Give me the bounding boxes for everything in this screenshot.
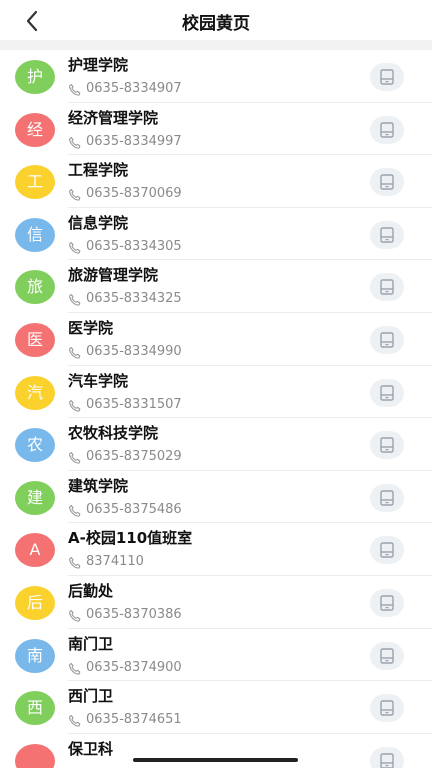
list-item[interactable]: 护护理学院 0635-8334907	[0, 50, 432, 103]
phone-icon	[68, 240, 82, 254]
call-button[interactable]	[370, 273, 404, 302]
avatar: 护	[15, 60, 55, 94]
avatar: 农	[15, 428, 55, 463]
avatar: 后	[15, 585, 55, 620]
contact-name: 农牧科技学院	[68, 424, 159, 443]
phone-number: 0635-8334325	[86, 291, 182, 307]
list-item[interactable]: 医医学院 0635-8334990	[0, 313, 432, 366]
call-button[interactable]	[370, 168, 404, 197]
phone-icon	[68, 135, 82, 149]
call-button[interactable]	[370, 536, 404, 565]
contact-name: 西门卫	[68, 687, 114, 706]
contact-name: A-校园110值班室	[68, 529, 193, 548]
call-button[interactable]	[370, 115, 404, 144]
contact-name: 建筑学院	[68, 476, 129, 495]
phone-number: 0635-8370069	[86, 186, 182, 202]
phone-number: 0635-8334997	[86, 133, 182, 149]
contact-name: 经济管理学院	[68, 108, 159, 127]
avatar: 信	[15, 217, 55, 252]
call-button[interactable]	[370, 63, 404, 91]
call-button[interactable]	[370, 431, 404, 460]
contact-list[interactable]: 护护理学院 0635-8334907 经经济管理学院 0635-8334997 工工程学…	[0, 50, 432, 768]
list-item[interactable]: 保卫科	[0, 734, 432, 768]
list-item[interactable]: 西西门卫 0635-8374651	[0, 681, 432, 734]
avatar: 西	[15, 691, 55, 726]
avatar: 工	[15, 165, 55, 200]
avatar	[15, 743, 55, 768]
phone-icon	[68, 503, 82, 517]
list-item[interactable]: A A-校园110值班室 8374110	[0, 523, 432, 576]
phone-icon	[68, 345, 82, 359]
call-button[interactable]	[370, 483, 404, 512]
phone-icon	[68, 398, 82, 412]
phone-icon	[68, 82, 82, 96]
contact-name: 护理学院	[68, 56, 129, 74]
app-header: 校园黄页	[0, 0, 432, 40]
phone-icon	[68, 608, 82, 622]
contact-name: 旅游管理学院	[68, 266, 159, 285]
call-button[interactable]	[370, 378, 404, 407]
contact-name: 医学院	[68, 318, 114, 337]
phone-number: 0635-8374900	[86, 659, 182, 675]
phone-number: 0635-8331507	[86, 396, 182, 412]
phone-icon	[68, 661, 82, 675]
contact-name: 工程学院	[68, 161, 129, 180]
phone-icon	[68, 292, 82, 306]
contact-name: 汽车学院	[68, 371, 129, 390]
phone-number: 0635-8334907	[86, 81, 182, 96]
avatar: 旅	[15, 270, 55, 305]
contact-name: 保卫科	[68, 739, 114, 758]
phone-icon	[68, 713, 82, 727]
call-button[interactable]	[370, 220, 404, 249]
phone-number: 0635-8334990	[86, 343, 182, 359]
list-item[interactable]: 工工程学院 0635-8370069	[0, 155, 432, 208]
list-item[interactable]: 农农牧科技学院 0635-8375029	[0, 418, 432, 471]
list-item[interactable]: 后后勤处 0635-8370386	[0, 576, 432, 629]
avatar: 汽	[15, 375, 55, 410]
phone-number: 0635-8370386	[86, 606, 182, 622]
phone-number: 0635-8374651	[86, 712, 182, 728]
phone-number: 0635-8375486	[86, 501, 182, 517]
call-button[interactable]	[370, 325, 404, 354]
phone-number: 0635-8375029	[86, 449, 182, 465]
header-divider	[0, 40, 432, 50]
call-button[interactable]	[370, 588, 404, 617]
list-item[interactable]: 经经济管理学院 0635-8334997	[0, 103, 432, 156]
phone-number: 8374110	[86, 554, 144, 570]
avatar: A	[15, 533, 55, 568]
phone-icon	[68, 555, 82, 569]
phone-icon	[68, 187, 82, 201]
list-item[interactable]: 信信息学院 0635-8334305	[0, 208, 432, 261]
avatar: 医	[15, 322, 55, 357]
list-item[interactable]: 南南门卫 0635-8374900	[0, 629, 432, 682]
page-title: 校园黄页	[182, 14, 250, 34]
contact-name: 后勤处	[68, 581, 114, 600]
list-item[interactable]: 建建筑学院 0635-8375486	[0, 471, 432, 524]
phone-icon	[68, 450, 82, 464]
list-item[interactable]: 旅旅游管理学院 0635-8334325	[0, 260, 432, 313]
call-button[interactable]	[370, 746, 404, 768]
home-indicator	[133, 758, 298, 762]
avatar: 建	[15, 480, 55, 515]
avatar: 南	[15, 638, 55, 673]
avatar: 经	[15, 112, 55, 147]
contact-name: 信息学院	[68, 213, 129, 232]
contact-name: 南门卫	[68, 634, 114, 653]
call-button[interactable]	[370, 641, 404, 670]
phone-number: 0635-8334305	[86, 238, 182, 254]
list-item[interactable]: 汽汽车学院 0635-8331507	[0, 366, 432, 419]
call-button[interactable]	[370, 694, 404, 723]
